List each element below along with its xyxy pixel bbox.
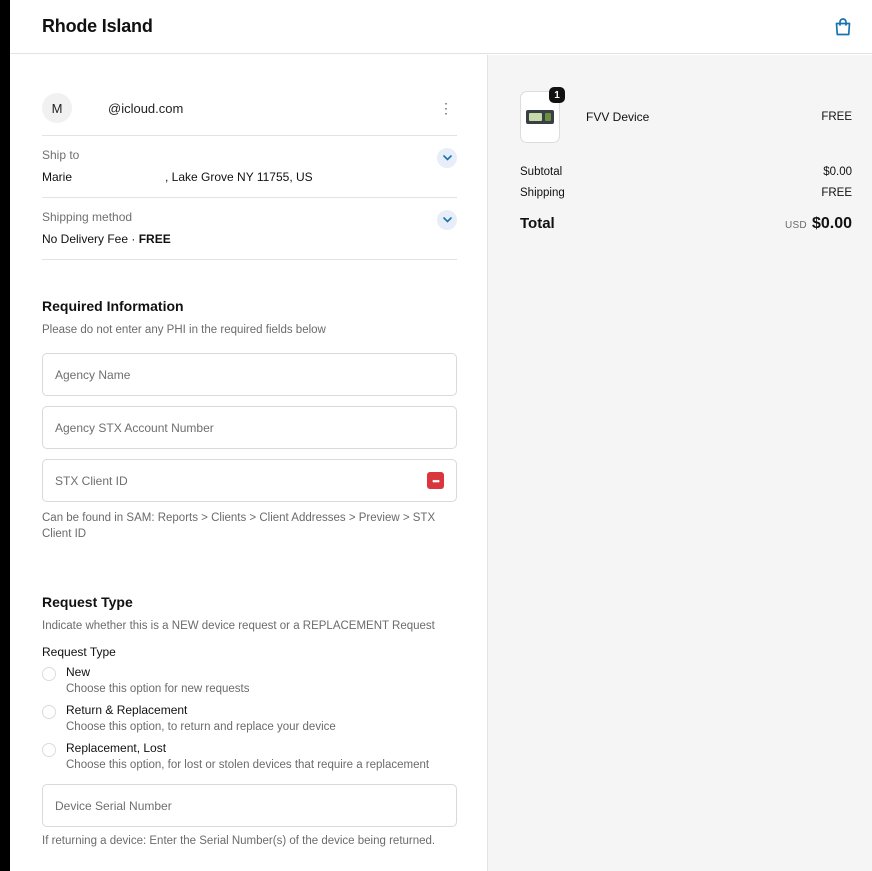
checkout-form: M @icloud.com ⋮ Ship to Marie , Lake Grov… (10, 55, 487, 871)
option-label: Replacement, Lost (66, 741, 167, 755)
agency-name-field[interactable]: Agency Name (42, 353, 457, 396)
request-type-title: Request Type (42, 594, 133, 610)
device-serial-field[interactable]: Device Serial Number (42, 784, 457, 827)
client-id-field[interactable]: STX Client ID ••• (42, 459, 457, 502)
agency-account-field[interactable]: Agency STX Account Number (42, 406, 457, 449)
ship-to-name: Marie (42, 170, 73, 184)
chevron-down-icon[interactable] (437, 148, 457, 168)
shipping-method-price: FREE (138, 232, 171, 246)
shipping-method-row: Shipping method No Delivery Fee · FREE (42, 198, 457, 259)
option-label: New (66, 665, 91, 679)
store-title[interactable]: Rhode Island (42, 16, 153, 37)
device-serial-help: If returning a device: Enter the Serial … (42, 835, 436, 847)
total-label: Total (520, 215, 555, 232)
header: Rhode Island (10, 0, 872, 54)
option-description: Choose this option, for lost or stolen d… (66, 759, 430, 771)
total-value: $0.00 (811, 215, 852, 232)
request-option-new[interactable]: New Choose this option for new requests (42, 665, 457, 695)
ship-to-row: Ship to Marie , Lake Grove NY 11755, US (42, 136, 457, 197)
agency-name-placeholder: Agency Name (55, 367, 131, 382)
request-option-replacement-lost[interactable]: Replacement, Lost Choose this option, fo… (42, 741, 457, 771)
shipping-value: FREE (821, 187, 852, 199)
shopping-bag-icon[interactable] (832, 16, 854, 38)
password-manager-icon[interactable]: ••• (427, 472, 444, 489)
client-id-placeholder: STX Client ID (55, 473, 128, 488)
radio-button[interactable] (42, 705, 56, 719)
request-type-subtitle: Indicate whether this is a NEW device re… (42, 620, 435, 632)
request-type-group-label: Request Type (42, 645, 116, 659)
line-item: 1 FVV Device FREE (520, 87, 852, 143)
option-description: Choose this option for new requests (66, 683, 250, 695)
product-name: FVV Device (586, 110, 650, 124)
agency-account-placeholder: Agency STX Account Number (55, 420, 214, 435)
ship-to-label: Ship to (42, 148, 80, 162)
client-id-help: Can be found in SAM: Reports > Clients >… (42, 512, 436, 540)
option-description: Choose this option, to return and replac… (66, 721, 336, 733)
shipping-method-name: No Delivery Fee · (42, 232, 139, 246)
currency-code: USD (784, 220, 807, 231)
shipping-method-label: Shipping method (42, 210, 133, 224)
subtotal-label: Subtotal (520, 166, 563, 178)
ship-to-address: Marie , Lake Grove NY 11755, US (42, 170, 313, 184)
divider (42, 259, 457, 260)
account-email: @icloud.com (108, 100, 184, 116)
product-thumbnail: 1 (520, 87, 565, 143)
shipping-label: Shipping (520, 187, 565, 199)
shipping-row: Shipping FREE (520, 187, 852, 199)
option-label: Return & Replacement (66, 703, 188, 717)
avatar: M (42, 93, 72, 123)
order-summary: 1 FVV Device FREE Subtotal $0.00 Shippin… (487, 55, 872, 871)
radio-button[interactable] (42, 743, 56, 757)
more-vertical-icon[interactable]: ⋮ (435, 100, 457, 117)
checkout-page: Rhode Island M @icloud.com ⋮ Ship to Mar… (10, 0, 872, 871)
contact-row: M @icloud.com ⋮ (42, 91, 457, 125)
ship-to-address-text: , Lake Grove NY 11755, US (165, 170, 313, 184)
total-row: Total USD $0.00 (520, 215, 852, 233)
chevron-down-icon[interactable] (437, 210, 457, 230)
radio-button[interactable] (42, 667, 56, 681)
shipping-method-value: No Delivery Fee · FREE (42, 232, 171, 246)
subtotal-row: Subtotal $0.00 (520, 166, 852, 178)
product-price: FREE (821, 111, 852, 123)
device-serial-placeholder: Device Serial Number (55, 798, 172, 813)
required-info-title: Required Information (42, 298, 184, 314)
required-info-subtitle: Please do not enter any PHI in the requi… (42, 324, 326, 336)
quantity-badge: 1 (549, 87, 565, 103)
subtotal-value: $0.00 (823, 166, 852, 178)
request-option-return-replacement[interactable]: Return & Replacement Choose this option,… (42, 703, 457, 733)
